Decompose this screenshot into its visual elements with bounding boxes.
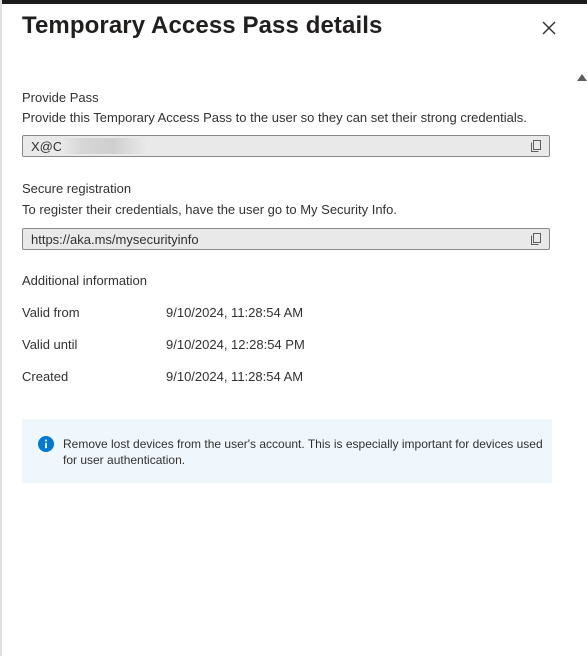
copy-url-button[interactable] — [529, 232, 543, 246]
provide-pass-description: Provide this Temporary Access Pass to th… — [22, 110, 527, 125]
registration-url-field[interactable]: https://aka.ms/mysecurityinfo — [22, 228, 550, 250]
info-icon — [38, 436, 54, 452]
pass-value: X@C — [31, 139, 63, 154]
info-notice: Remove lost devices from the user's acco… — [22, 419, 552, 483]
created-label: Created — [22, 369, 69, 384]
copy-icon — [531, 233, 541, 245]
provide-pass-label: Provide Pass — [22, 90, 99, 105]
valid-from-value: 9/10/2024, 11:28:54 AM — [166, 305, 304, 320]
valid-until-value: 9/10/2024, 12:28:54 PM — [166, 337, 305, 352]
secure-registration-description: To register their credentials, have the … — [22, 202, 398, 217]
notice-text: Remove lost devices from the user's acco… — [63, 437, 543, 467]
details-panel: Temporary Access Pass details Provide Pa… — [2, 4, 587, 656]
valid-until-label: Valid until — [22, 337, 78, 352]
copy-icon — [531, 140, 541, 152]
additional-info-label: Additional information — [22, 273, 148, 288]
pass-field[interactable]: X@C — [22, 135, 550, 157]
close-button[interactable] — [538, 17, 560, 39]
close-icon — [542, 21, 556, 35]
page-title: Temporary Access Pass details — [22, 12, 383, 39]
scrollbar[interactable] — [574, 68, 587, 660]
scroll-up-arrow-icon[interactable] — [577, 74, 587, 81]
secure-registration-label: Secure registration — [22, 181, 132, 196]
valid-from-label: Valid from — [22, 305, 80, 320]
created-value: 9/10/2024, 11:28:54 AM — [166, 369, 304, 384]
redacted-region — [61, 138, 147, 154]
copy-pass-button[interactable] — [529, 139, 543, 153]
registration-url-value: https://aka.ms/mysecurityinfo — [31, 232, 199, 247]
